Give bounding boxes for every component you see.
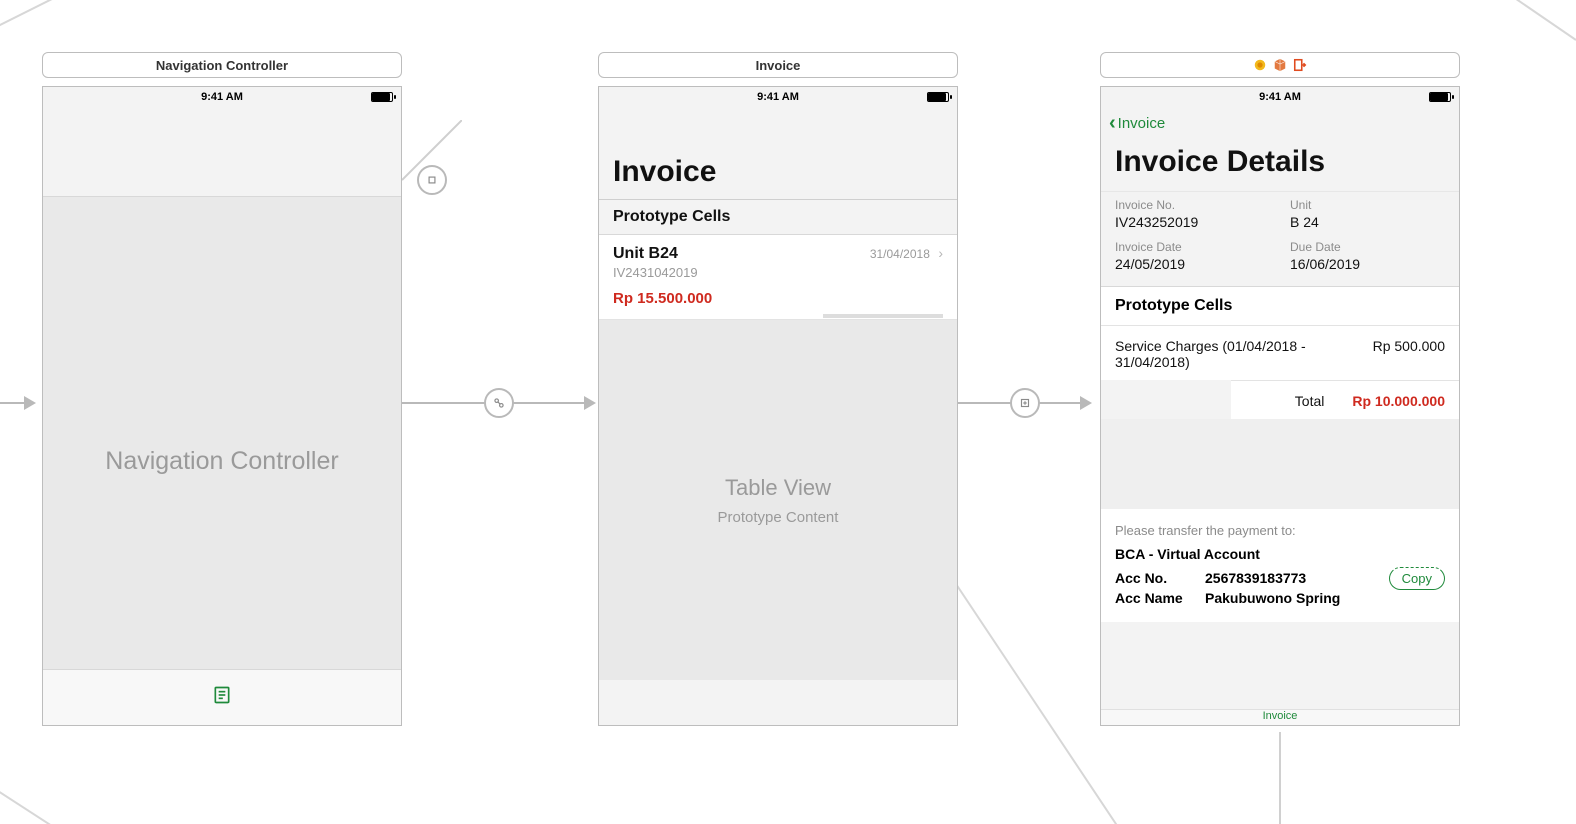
invoice-no-label: Invoice No. (1115, 198, 1270, 212)
total-row: Total Rp 10.000.000 (1231, 380, 1459, 419)
segue-embed-icon[interactable] (417, 165, 447, 195)
table-view-placeholder: Table View Prototype Content (599, 320, 957, 680)
status-bar: 9:41 AM (1101, 87, 1459, 107)
cell-date: 31/04/2018 (870, 247, 930, 261)
due-date-value: 16/06/2019 (1290, 256, 1445, 272)
scene-invoice[interactable]: Invoice 9:41 AM Invoice Prototype Cells … (598, 52, 958, 726)
segue-show-icon[interactable] (1010, 388, 1040, 418)
device-frame: 9:41 AM ‹ Invoice Invoice Details Invoic… (1100, 86, 1460, 726)
status-time: 9:41 AM (599, 91, 957, 103)
document-list-icon (212, 685, 232, 710)
placeholder-subtitle: Prototype Content (718, 509, 839, 526)
page-title: Invoice (613, 155, 943, 189)
coin-icon (1253, 58, 1267, 72)
invoice-date-value: 24/05/2019 (1115, 256, 1270, 272)
cell-unit: Unit B24 (613, 245, 678, 263)
total-label: Total (1295, 393, 1325, 409)
page-title: Invoice Details (1115, 145, 1445, 179)
chevron-right-icon: › (938, 245, 943, 261)
status-time: 9:41 AM (43, 91, 401, 103)
charge-desc: Service Charges (01/04/2018 - 31/04/2018… (1115, 338, 1315, 370)
cube-icon (1273, 58, 1287, 72)
unit-label: Unit (1290, 198, 1445, 212)
charge-row[interactable]: Service Charges (01/04/2018 - 31/04/2018… (1101, 326, 1459, 380)
due-date-label: Due Date (1290, 240, 1445, 254)
status-bar: 9:41 AM (599, 87, 957, 107)
invoice-date-label: Invoice Date (1115, 240, 1270, 254)
cell-divider-accent (823, 314, 943, 318)
copy-button[interactable]: Copy (1389, 567, 1445, 590)
scene-title-bar[interactable] (1100, 52, 1460, 78)
scene-title-label: Navigation Controller (156, 58, 288, 73)
charge-price: Rp 500.000 (1373, 338, 1445, 370)
payment-bank: BCA - Virtual Account (1115, 546, 1445, 562)
cell-amount: Rp 15.500.000 (613, 290, 943, 307)
spacer (1101, 419, 1459, 509)
invoice-info-grid: Invoice No. IV243252019 Unit B 24 Invoic… (1101, 191, 1459, 287)
device-frame: 9:41 AM Navigation Controller (42, 86, 402, 726)
total-value: Rp 10.000.000 (1352, 393, 1445, 409)
exit-icon (1293, 58, 1307, 72)
nav-controller-label: Navigation Controller (105, 447, 338, 476)
scene-title-bar[interactable]: Navigation Controller (42, 52, 402, 78)
battery-icon (371, 92, 393, 102)
status-bar: 9:41 AM (43, 87, 401, 107)
back-label: Invoice (1118, 115, 1166, 132)
acc-name-label: Acc Name (1115, 590, 1205, 606)
nav-back-button[interactable]: ‹ Invoice (1101, 107, 1459, 135)
scene-title-label: Invoice (756, 58, 801, 73)
tab-bar (43, 669, 401, 725)
scene-invoice-details[interactable]: 9:41 AM ‹ Invoice Invoice Details Invoic… (1100, 52, 1460, 726)
payment-box: Please transfer the payment to: BCA - Vi… (1101, 509, 1459, 622)
tab-label: Invoice (1263, 710, 1298, 722)
storyboard-canvas[interactable]: Navigation Controller 9:41 AM Navigation… (0, 0, 1576, 824)
battery-icon (1429, 92, 1451, 102)
tab-bar-item-invoice[interactable]: Invoice (1101, 709, 1459, 725)
nav-controller-body: Navigation Controller (43, 197, 401, 725)
cell-invoice-no: IV2431042019 (613, 265, 943, 280)
nav-bar-placeholder (43, 107, 401, 197)
acc-name-value: Pakubuwono Spring (1205, 590, 1445, 606)
scene-navigation-controller[interactable]: Navigation Controller 9:41 AM Navigation… (42, 52, 402, 726)
invoice-no-value: IV243252019 (1115, 214, 1270, 230)
nav-large-title: Invoice Details (1101, 135, 1459, 191)
placeholder-title: Table View (725, 475, 831, 501)
scene-title-bar[interactable]: Invoice (598, 52, 958, 78)
section-header: Prototype Cells (599, 200, 957, 235)
status-time: 9:41 AM (1101, 91, 1459, 103)
device-frame: 9:41 AM Invoice Prototype Cells Unit B24… (598, 86, 958, 726)
acc-no-label: Acc No. (1115, 570, 1205, 586)
section-header: Prototype Cells (1101, 287, 1459, 326)
invoice-cell[interactable]: Unit B24 31/04/2018 › IV2431042019 Rp 15… (599, 235, 957, 320)
segue-relationship-icon[interactable] (484, 388, 514, 418)
payment-hint: Please transfer the payment to: (1115, 523, 1445, 538)
chevron-left-icon: ‹ (1109, 113, 1116, 133)
battery-icon (927, 92, 949, 102)
nav-large-title: Invoice (599, 107, 957, 200)
unit-value: B 24 (1290, 214, 1445, 230)
